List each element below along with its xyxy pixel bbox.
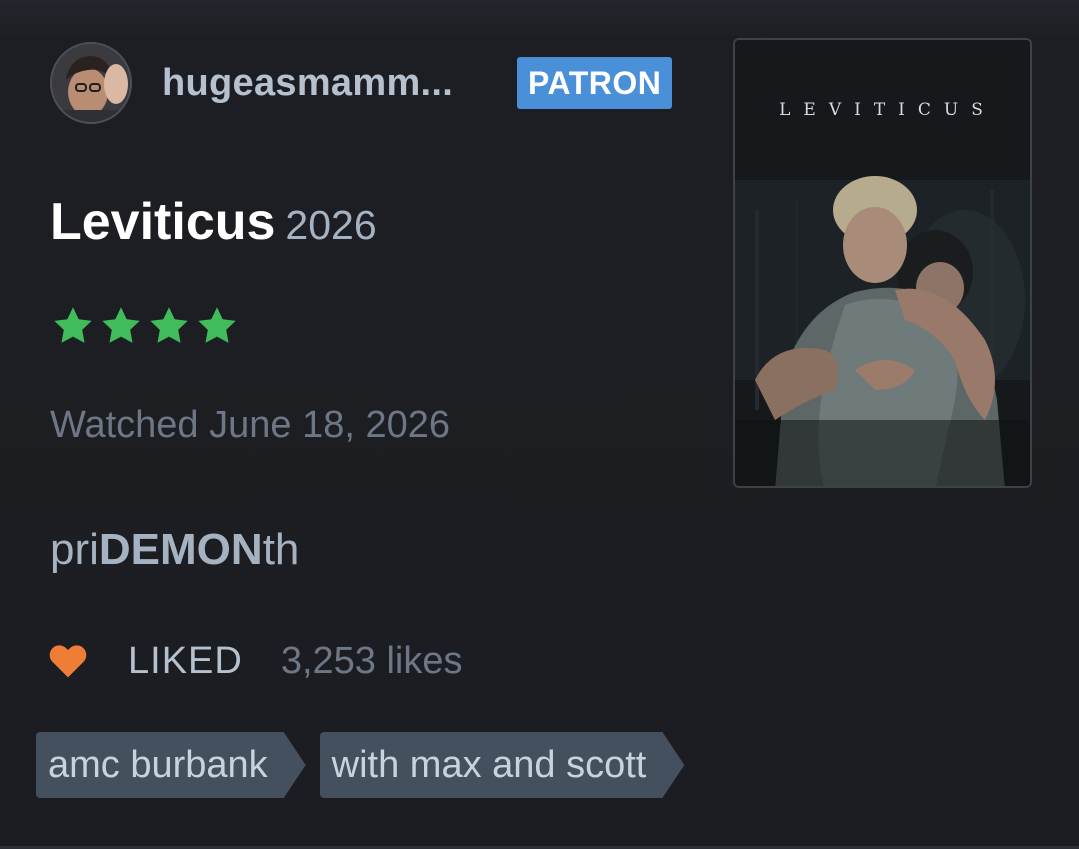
- username[interactable]: hugeasmamm...: [162, 62, 453, 105]
- film-poster[interactable]: LEVITICUS: [733, 38, 1032, 488]
- likes-count[interactable]: 3,253 likes: [281, 640, 463, 683]
- film-title-row: Leviticus 2026: [50, 192, 377, 252]
- film-title[interactable]: Leviticus: [50, 193, 275, 251]
- star-icon: [54, 307, 92, 343]
- star-icon: [102, 307, 140, 343]
- tag-amc-burbank[interactable]: amc burbank: [36, 732, 306, 798]
- star-rating: [50, 304, 240, 348]
- review-page: hugeasmamm... PATRON Leviticus 2026 Watch…: [0, 0, 1079, 849]
- tag-list: amc burbank with max and scott: [36, 732, 684, 798]
- review-text-prefix: pri: [50, 525, 99, 574]
- star-icon: [198, 307, 236, 343]
- review-text-emphasis: DEMON: [98, 525, 263, 574]
- reviewer-header: hugeasmamm...: [50, 40, 453, 126]
- review-text: priDEMONth: [50, 525, 299, 575]
- like-row: LIKED 3,253 likes: [48, 636, 463, 686]
- heart-icon[interactable]: [48, 643, 88, 679]
- review-text-suffix: th: [262, 525, 300, 574]
- tag-with-max-and-scott[interactable]: with max and scott: [320, 732, 685, 798]
- watched-date: Watched June 18, 2026: [50, 404, 450, 446]
- film-year[interactable]: 2026: [285, 202, 376, 248]
- poster-title: LEVITICUS: [779, 100, 996, 120]
- patron-badge: PATRON: [517, 57, 673, 109]
- star-icon: [150, 307, 188, 343]
- avatar-image: [52, 44, 130, 122]
- avatar[interactable]: [50, 42, 132, 124]
- liked-status: LIKED: [128, 639, 243, 682]
